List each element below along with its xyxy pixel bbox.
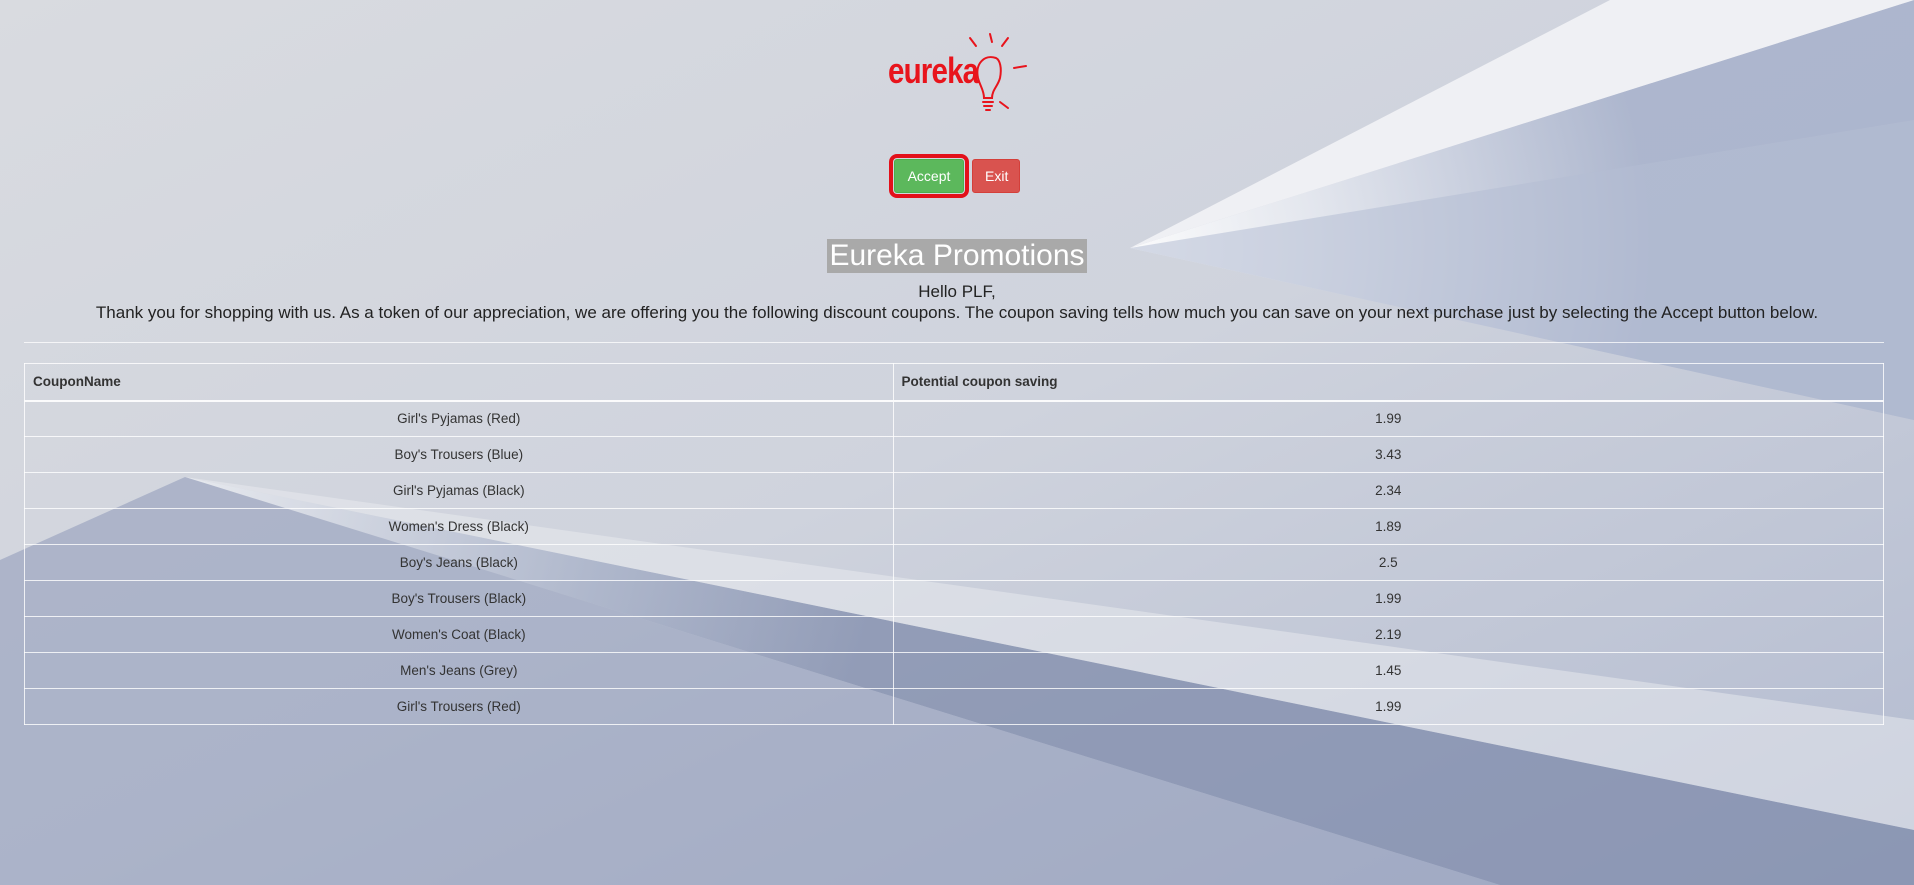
greeting-text: Hello PLF, [918,282,996,301]
coupon-saving-cell: 1.99 [892,580,1885,617]
coupon-name-cell: Women's Dress (Black) [24,508,894,545]
table-header-row: CouponName Potential coupon saving [24,363,1885,402]
divider [24,342,1884,343]
coupon-saving-cell: 1.99 [892,688,1885,725]
coupon-saving-cell: 1.89 [892,508,1885,545]
page-title: Eureka Promotions [0,239,1914,273]
exit-button[interactable]: Exit [972,159,1020,193]
table-row: Girl's Pyjamas (Black) 2.34 [24,472,1885,509]
coupon-name-cell: Girl's Trousers (Red) [24,688,894,725]
table-row: Men's Jeans (Grey) 1.45 [24,652,1885,689]
page-title-text: Eureka Promotions [827,239,1087,273]
logo-wordmark: eureka [888,50,979,91]
action-buttons: Accept Exit [0,154,1914,198]
coupon-saving-cell: 2.5 [892,544,1885,581]
table-row: Women's Coat (Black) 2.19 [24,616,1885,653]
coupon-table: CouponName Potential coupon saving Girl'… [24,363,1885,725]
accept-button[interactable]: Accept [889,154,969,198]
eureka-logo: eureka [880,28,1030,128]
coupon-name-cell: Men's Jeans (Grey) [24,652,894,689]
coupon-saving-cell: 2.34 [892,472,1885,509]
coupon-name-cell: Women's Coat (Black) [24,616,894,653]
column-header-coupon-saving: Potential coupon saving [892,363,1885,402]
coupon-name-cell: Girl's Pyjamas (Red) [24,400,894,437]
coupon-saving-cell: 2.19 [892,616,1885,653]
column-header-coupon-name: CouponName [24,363,894,402]
table-row: Girl's Trousers (Red) 1.99 [24,688,1885,725]
coupon-name-cell: Girl's Pyjamas (Black) [24,472,894,509]
coupon-saving-cell: 3.43 [892,436,1885,473]
table-row: Boy's Jeans (Black) 2.5 [24,544,1885,581]
intro-text: Thank you for shopping with us. As a tok… [95,303,1819,322]
table-row: Girl's Pyjamas (Red) 1.99 [24,400,1885,437]
promotions-page: eureka Accept Exit Eureka Promotions Hel… [0,0,1914,885]
coupon-name-cell: Boy's Jeans (Black) [24,544,894,581]
coupon-name-cell: Boy's Trousers (Blue) [24,436,894,473]
coupon-saving-cell: 1.45 [892,652,1885,689]
table-row: Women's Dress (Black) 1.89 [24,508,1885,545]
coupon-name-cell: Boy's Trousers (Black) [24,580,894,617]
table-row: Boy's Trousers (Black) 1.99 [24,580,1885,617]
table-row: Boy's Trousers (Blue) 3.43 [24,436,1885,473]
coupon-saving-cell: 1.99 [892,400,1885,437]
